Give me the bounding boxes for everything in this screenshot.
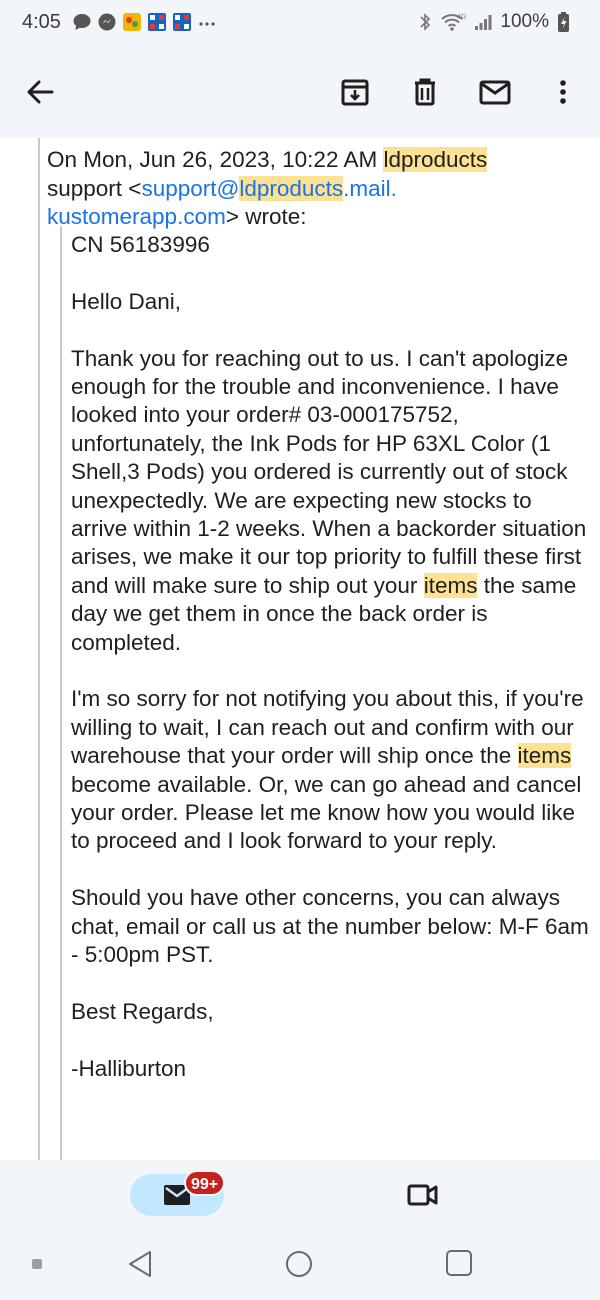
email-body-area: On Mon, Jun 26, 2023, 10:22 AM ldproduct… [0, 138, 600, 1160]
closing: Best Regards, [71, 998, 214, 1024]
email-toolbar [0, 46, 600, 138]
chat-bubble-icon [73, 14, 91, 30]
signature: -Halliburton [71, 1055, 187, 1081]
search-highlight: ldproducts [239, 175, 344, 201]
signal-icon [475, 15, 492, 30]
search-highlight: ldproducts [383, 147, 488, 172]
quoted-message: CN 56183996 Hello Dani, Thank you for re… [71, 231, 591, 1111]
status-bar: 4:05 4G 100% [0, 0, 600, 46]
quoted-attribution: On Mon, Jun 26, 2023, 10:22 AM ldproduct… [47, 146, 587, 232]
battery-percent: 100% [500, 11, 549, 32]
messenger-icon [98, 13, 116, 31]
paragraph-3: Should you have other concerns, you can … [71, 885, 589, 968]
search-highlight: items [423, 572, 478, 598]
attribution-sender: support < [47, 175, 142, 201]
trash-icon[interactable] [406, 73, 444, 111]
system-back-icon[interactable] [124, 1248, 156, 1280]
more-vert-icon[interactable] [550, 73, 576, 111]
back-arrow-icon[interactable] [22, 74, 58, 110]
quote-bar-inner [60, 226, 62, 1160]
paragraph-1: Thank you for reaching out to us. I can'… [71, 345, 587, 655]
more-notifications-icon [199, 22, 215, 26]
quote-bar-outer [38, 138, 40, 1160]
wifi-icon: 4G [441, 14, 466, 31]
status-indicators: 4G 100% [418, 11, 570, 33]
notification-icons [72, 12, 217, 32]
bluetooth-icon [420, 13, 431, 31]
mark-unread-mail-icon[interactable] [476, 73, 514, 111]
search-highlight: items [517, 743, 572, 769]
attribution-prefix: On Mon, Jun 26, 2023, 10:22 AM [47, 147, 384, 172]
battery-charging-icon [558, 12, 569, 32]
paragraph-2: I'm so sorry for not notifying you about… [71, 686, 584, 854]
video-camera-icon[interactable] [406, 1178, 440, 1212]
checkers-app-icon [148, 13, 166, 31]
attribution-suffix: > wrote: [225, 204, 307, 229]
bottom-navigation: 99+ [0, 1160, 600, 1228]
unread-count-badge: 99+ [184, 1170, 226, 1196]
status-time: 4:05 [22, 11, 61, 33]
archive-icon[interactable] [336, 73, 374, 111]
system-navigation-bar [0, 1228, 600, 1300]
nav-pin-icon[interactable] [32, 1259, 42, 1269]
case-number: CN 56183996 [71, 232, 210, 257]
game-app-icon [123, 13, 141, 31]
system-home-icon[interactable] [283, 1248, 315, 1280]
greeting: Hello Dani, [71, 288, 182, 314]
checkers-app-icon-2 [173, 13, 191, 31]
system-recents-icon[interactable] [444, 1248, 474, 1278]
network-type-label: 4G [457, 14, 466, 21]
